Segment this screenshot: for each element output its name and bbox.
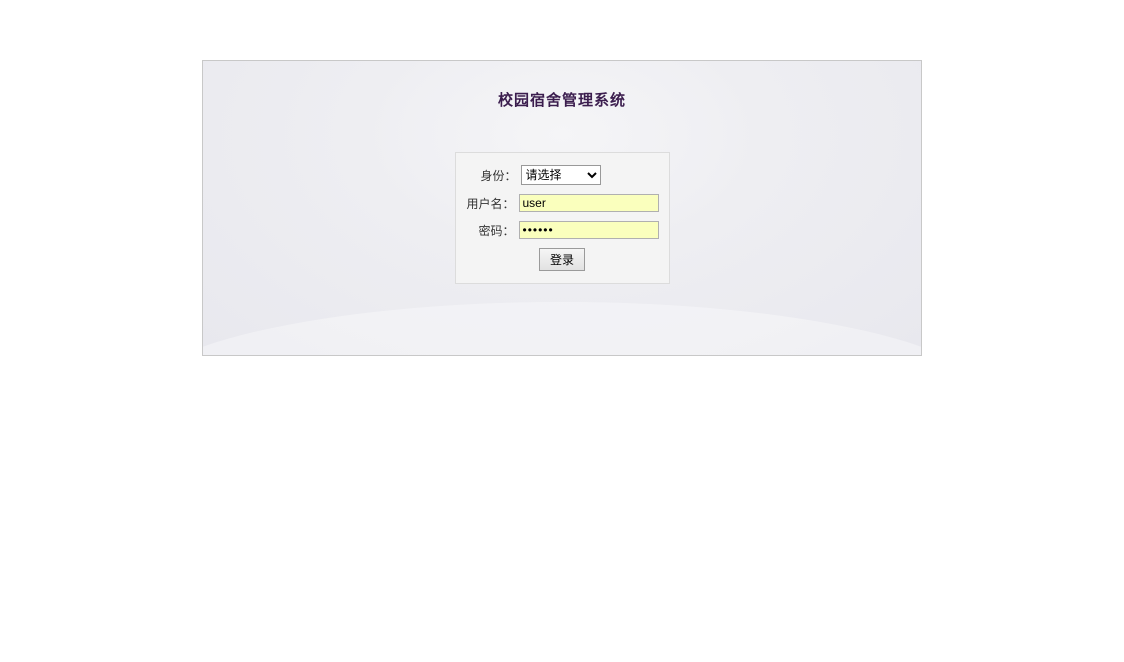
password-label: 密码： bbox=[466, 222, 519, 239]
login-panel: 校园宿舍管理系统 身份： 请选择 用户名： 密码： 登录 bbox=[202, 60, 922, 356]
login-button[interactable]: 登录 bbox=[539, 248, 585, 271]
username-label: 用户名： bbox=[466, 195, 519, 212]
role-row: 身份： 请选择 bbox=[466, 165, 659, 185]
password-row: 密码： bbox=[466, 221, 659, 239]
role-select[interactable]: 请选择 bbox=[521, 165, 601, 185]
page-title: 校园宿舍管理系统 bbox=[203, 61, 921, 110]
submit-row: 登录 bbox=[466, 248, 659, 271]
username-row: 用户名： bbox=[466, 194, 659, 212]
login-form: 身份： 请选择 用户名： 密码： 登录 bbox=[455, 152, 670, 284]
username-input[interactable] bbox=[519, 194, 659, 212]
role-label: 身份： bbox=[466, 167, 521, 184]
password-input[interactable] bbox=[519, 221, 659, 239]
